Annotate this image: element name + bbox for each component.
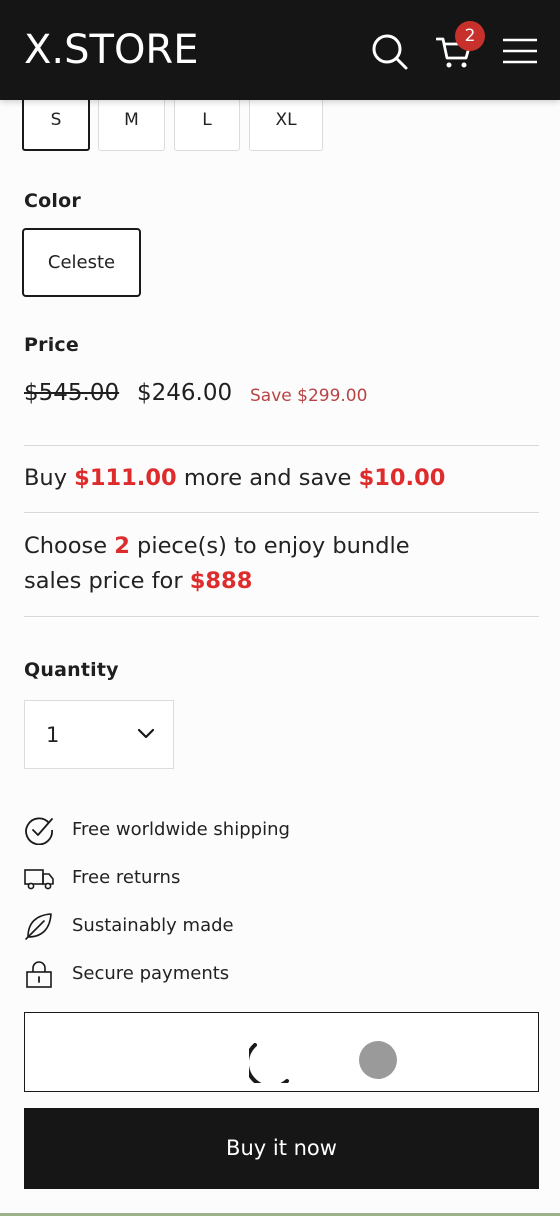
search-icon[interactable]: [370, 32, 408, 70]
promo-text: Buy: [24, 465, 68, 491]
feature-label: Free worldwide shipping: [72, 819, 290, 840]
lock-icon: [26, 961, 52, 988]
divider: [24, 616, 539, 617]
divider: [24, 445, 539, 446]
feature-label: Secure payments: [72, 963, 230, 984]
feature-label: Free returns: [72, 867, 181, 888]
savings-text: Save $299.00: [250, 386, 368, 406]
feature-shipping: Free worldwide shipping: [24, 815, 424, 845]
check-circle-icon: [25, 817, 53, 845]
current-price: $246.00: [137, 380, 233, 406]
color-option-celeste[interactable]: Celeste: [22, 228, 141, 297]
menu-icon[interactable]: [502, 36, 538, 66]
cart-count-badge: 2: [455, 21, 485, 51]
quantity-label: Quantity: [24, 659, 119, 681]
promo-text: sales price for: [24, 568, 183, 594]
site-header: X.STORE 2: [0, 0, 560, 100]
bundle-promo: Choose 2 piece(s) to enjoy bundle sales …: [24, 529, 410, 599]
promo-text: more and save: [183, 465, 352, 491]
color-label: Color: [24, 190, 81, 212]
bundle-count: 2: [114, 533, 130, 559]
loading-dot-icon: [359, 1041, 397, 1079]
feature-label: Sustainably made: [72, 915, 234, 936]
bundle-price: $888: [189, 568, 253, 594]
feature-sustainable: Sustainably made: [24, 911, 424, 941]
leaf-icon: [25, 913, 52, 940]
promo-text: piece(s) to enjoy bundle: [137, 533, 410, 559]
buy-it-now-button[interactable]: Buy it now: [24, 1108, 539, 1189]
promo-text: Choose: [24, 533, 108, 559]
express-checkout-button[interactable]: [24, 1012, 539, 1092]
spend-promo: Buy $111.00 more and save $10.00: [24, 461, 445, 496]
store-logo[interactable]: X.STORE: [24, 26, 199, 74]
promo-amount: $111.00: [74, 465, 177, 491]
divider: [24, 512, 539, 513]
feature-returns: Free returns: [24, 863, 424, 893]
quantity-value: 1: [46, 723, 60, 747]
original-price: $545.00: [24, 380, 120, 406]
feature-secure: Secure payments: [24, 959, 424, 989]
truck-icon: [24, 869, 54, 890]
chevron-down-icon: [137, 728, 155, 739]
loading-spinner-icon: [249, 1043, 289, 1083]
quantity-select[interactable]: 1: [24, 700, 174, 769]
promo-discount: $10.00: [358, 465, 446, 491]
price-label: Price: [24, 334, 79, 356]
